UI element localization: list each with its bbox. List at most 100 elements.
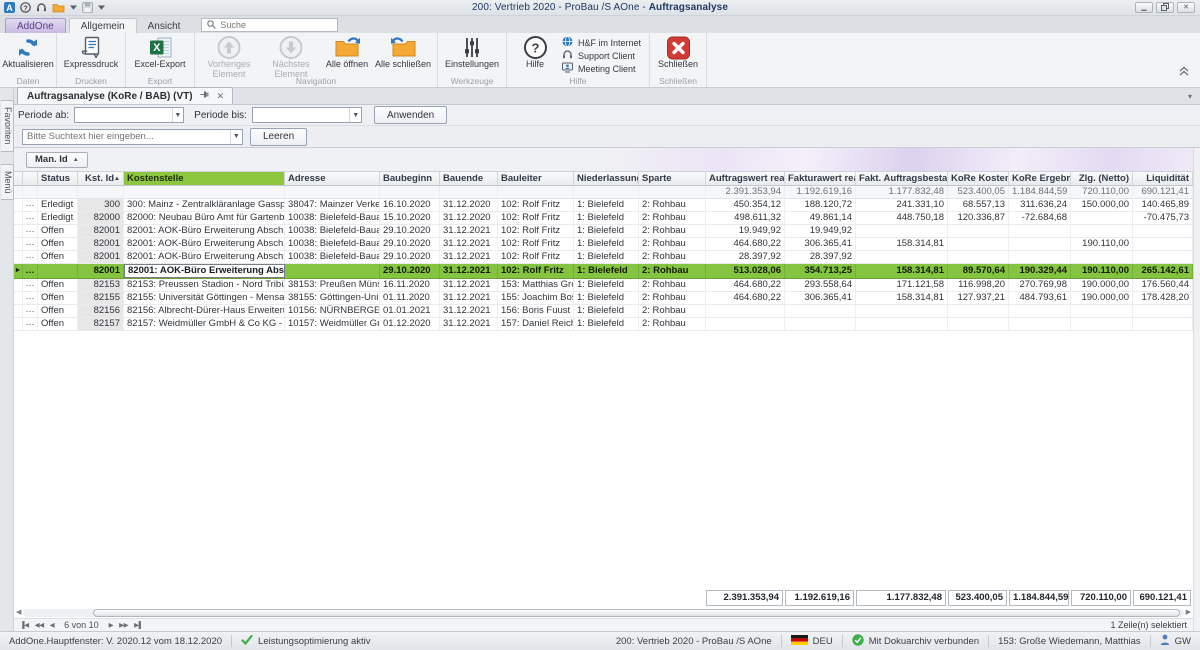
column-header-kk[interactable]: KoRe Kosten [948,172,1009,185]
column-header-ind[interactable] [14,172,23,185]
next-record-button[interactable]: ▶ [109,621,114,629]
table-row[interactable]: …Offen8200182001: AOK-Büro Erweiterung A… [14,251,1193,264]
column-header-zlg[interactable]: Zlg. (Netto) [1071,172,1133,185]
folder-icon[interactable] [52,3,65,13]
column-header-dots[interactable] [23,172,38,185]
chevron-down-icon[interactable]: ▼ [172,108,184,122]
alle-schliessen-button[interactable]: Alle schließen [372,34,434,71]
next-page-button[interactable]: ▶▶ [119,621,128,629]
periode-bis-input[interactable] [253,108,349,122]
column-header-ke[interactable]: KoRe Ergebnis [1009,172,1071,185]
table-row[interactable]: …Erledigt300300: Mainz - Zentralkläranla… [14,199,1193,212]
scroll-right-icon[interactable]: ▶ [1186,608,1191,618]
table-row[interactable]: …Offen8215682156: Albrecht-Dürer-Haus Er… [14,305,1193,318]
language-indicator[interactable]: DEU [791,635,833,648]
column-header-kostenstelle[interactable]: Kostenstelle [124,172,285,185]
cell-dots[interactable]: … [23,251,38,263]
support-client-link[interactable]: Support Client [562,50,641,61]
ribbon-search-box[interactable] [201,18,338,32]
help-icon[interactable]: ? [20,2,31,13]
last-record-button[interactable]: ▶▌ [134,621,143,629]
periode-ab-input[interactable] [75,108,171,122]
periode-bis-combo[interactable]: ▼ [252,107,362,123]
column-header-status[interactable]: Status [38,172,78,185]
cell-dots[interactable]: … [23,225,38,237]
horizontal-scrollbar[interactable]: ◀ ▶ [16,608,1191,618]
chevron-down-icon[interactable]: ▼ [230,130,242,144]
column-header-bauleiter[interactable]: Bauleiter [498,172,574,185]
first-record-button[interactable]: ▐◀ [20,621,29,629]
summary-cell-aw: 2.391.353,94 [706,186,785,198]
tab-ansicht[interactable]: Ansicht [137,19,192,33]
chevron-down-icon[interactable] [70,5,77,10]
table-row[interactable]: …Offen8200182001: AOK-Büro Erweiterung A… [14,238,1193,251]
close-window-button[interactable]: ✕ [1177,2,1195,13]
save-icon[interactable] [82,2,93,13]
scroll-left-icon[interactable]: ◀ [16,608,21,618]
table-row[interactable]: …Erledigt8200082000: Neubau Büro Amt für… [14,212,1193,225]
table-row[interactable]: …Offen8200182001: AOK-Büro Erweiterung A… [14,225,1193,238]
prev-record-button[interactable]: ◀ [50,621,55,629]
scrollbar-thumb[interactable] [93,609,1179,617]
anwenden-button[interactable]: Anwenden [374,106,447,124]
column-header-niederlassung[interactable]: Niederlassung [574,172,639,185]
group-by-man-id-button[interactable]: Man. Id ▲ [26,152,88,168]
scrollbar-track[interactable] [23,609,1183,617]
vertical-scrollbar[interactable] [1193,148,1200,631]
column-header-kstid[interactable]: Kst. Id▲ [78,172,124,185]
schliessen-button[interactable]: Schließen [653,34,703,71]
table-row[interactable]: …Offen8215382153: Preussen Stadion - Nor… [14,279,1193,292]
chevron-down-icon[interactable]: ▼ [349,108,361,122]
search-input[interactable] [23,130,230,144]
column-header-bauende[interactable]: Bauende [440,172,498,185]
hilfe-button[interactable]: ? Hilfe [510,34,560,71]
periode-ab-combo[interactable]: ▼ [74,107,184,123]
tab-list-chevron-icon[interactable]: ▾ [1188,92,1192,101]
user-badge[interactable]: GW [1160,634,1191,648]
excel-export-button[interactable]: X Excel-Export [129,34,191,71]
hilfe-links: H&F im Internet Support Client Meeting C… [560,34,646,74]
prev-page-button[interactable]: ◀◀ [35,621,44,629]
column-header-lq[interactable]: Liquidität [1133,172,1193,185]
sidebar-tab-favoriten[interactable]: Favoriten [1,100,14,152]
einstellungen-button[interactable]: Einstellungen [441,34,503,71]
aktualisieren-button[interactable]: Aktualisieren [3,34,53,71]
minimize-button[interactable]: ▁ [1135,2,1153,13]
cell-dots[interactable]: … [23,238,38,250]
app-logo-icon[interactable]: A [4,2,15,13]
table-row-selected[interactable]: ►…8200182001: AOK-Büro Erweiterung Absch… [14,264,1193,279]
cell-dots[interactable]: … [23,199,38,211]
leeren-button[interactable]: Leeren [250,128,307,146]
hf-im-internet-link[interactable]: H&F im Internet [562,37,641,48]
tab-allgemein[interactable]: Allgemein [69,18,137,33]
cell-bauleiter: 102: Rolf Fritz [498,225,574,237]
meeting-client-link[interactable]: Meeting Client [562,63,641,74]
cell-dots[interactable]: … [23,305,38,317]
expressdruck-button[interactable]: Expressdruck [60,34,122,71]
sidebar-tab-menue[interactable]: Menü [1,164,14,201]
cell-dots[interactable]: … [23,264,38,278]
search-combo[interactable]: ▼ [22,129,243,145]
headset-icon[interactable] [36,2,47,13]
cell-dots[interactable]: … [23,279,38,291]
column-header-fb[interactable]: Fakt. Auftragsbestand [856,172,948,185]
column-header-aw[interactable]: Auftragswert real [706,172,785,185]
column-header-fw[interactable]: Fakturawert real [785,172,856,185]
table-row[interactable]: …Offen8215582155: Universität Göttingen … [14,292,1193,305]
cell-dots[interactable]: … [23,212,38,224]
collapse-ribbon-icon[interactable] [1178,63,1190,81]
document-tab-auftragsanalyse[interactable]: Auftragsanalyse (KoRe / BAB) (VT) ✕ [17,87,233,104]
cell-dots[interactable]: … [23,318,38,330]
pin-icon[interactable] [200,90,210,102]
cell-dots[interactable]: … [23,292,38,304]
restore-button[interactable] [1156,2,1174,13]
alle-oeffnen-button[interactable]: Alle öffnen [322,34,372,71]
column-header-adresse[interactable]: Adresse [285,172,380,185]
chevron-down-icon[interactable] [98,5,105,10]
ribbon-search-input[interactable] [220,20,332,30]
tab-addone[interactable]: AddOne [5,18,66,33]
table-row[interactable]: …Offen8215782157: Weidmüller GmbH & Co K… [14,318,1193,331]
column-header-baubeginn[interactable]: Baubeginn [380,172,440,185]
tab-close-icon[interactable]: ✕ [217,91,225,102]
column-header-sparte[interactable]: Sparte [639,172,706,185]
